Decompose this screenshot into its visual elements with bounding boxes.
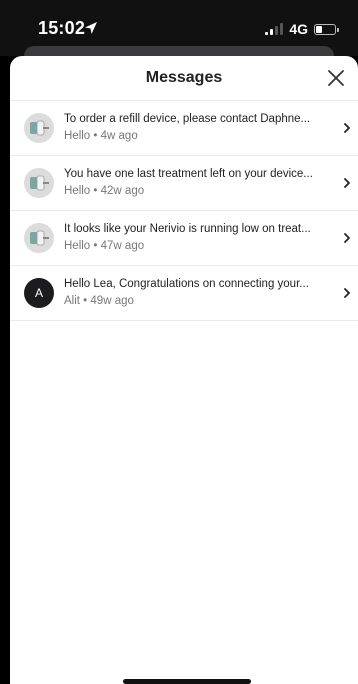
message-sender: Hello bbox=[64, 185, 91, 197]
messages-sheet: Messages To order a refill device, pleas… bbox=[10, 56, 358, 684]
device-icon bbox=[30, 120, 49, 136]
status-indicators: 4G bbox=[265, 21, 339, 37]
sender-avatar: A bbox=[24, 278, 54, 308]
message-sender: Hello bbox=[64, 240, 91, 252]
message-preview: To order a refill device, please contact… bbox=[64, 113, 311, 125]
message-preview: You have one last treatment left on your… bbox=[64, 168, 313, 180]
sheet-header: Messages bbox=[10, 56, 358, 100]
message-age: 42w ago bbox=[100, 185, 145, 197]
device-avatar bbox=[24, 113, 54, 143]
chevron-right-icon bbox=[344, 178, 350, 188]
device-avatar bbox=[24, 223, 54, 253]
chevron-right-icon bbox=[344, 123, 350, 133]
location-arrow-icon bbox=[85, 22, 97, 34]
message-row[interactable]: It looks like your Nerivio is running lo… bbox=[10, 210, 358, 265]
device-avatar bbox=[24, 168, 54, 198]
network-label: 4G bbox=[289, 21, 308, 37]
message-preview: It looks like your Nerivio is running lo… bbox=[64, 223, 311, 235]
home-indicator[interactable] bbox=[123, 679, 251, 684]
close-icon[interactable] bbox=[324, 66, 348, 90]
status-time: 15:02 bbox=[38, 18, 86, 38]
message-age: 4w ago bbox=[100, 130, 138, 142]
device-icon bbox=[30, 230, 49, 246]
battery-icon bbox=[314, 23, 339, 35]
page-title: Messages bbox=[145, 69, 223, 86]
message-row[interactable]: You have one last treatment left on your… bbox=[10, 155, 358, 210]
signal-icon bbox=[265, 23, 284, 35]
message-age: 47w ago bbox=[100, 240, 145, 252]
message-meta: Hello • 42w ago bbox=[64, 185, 145, 197]
message-sender: Hello bbox=[64, 130, 91, 142]
message-age: 49w ago bbox=[90, 295, 134, 307]
chevron-right-icon bbox=[344, 233, 350, 243]
message-meta: Hello • 4w ago bbox=[64, 130, 138, 142]
message-preview: Hello Lea, Congratulations on connecting… bbox=[64, 278, 309, 290]
chevron-right-icon bbox=[344, 288, 350, 298]
message-meta: Hello • 47w ago bbox=[64, 240, 145, 252]
message-sender: Alit bbox=[64, 295, 80, 307]
message-meta: Alit • 49w ago bbox=[64, 295, 134, 307]
message-row[interactable]: A Hello Lea, Congratulations on connecti… bbox=[10, 265, 358, 321]
device-icon bbox=[30, 175, 49, 191]
message-row[interactable]: To order a refill device, please contact… bbox=[10, 100, 358, 155]
message-list: To order a refill device, please contact… bbox=[10, 100, 358, 321]
